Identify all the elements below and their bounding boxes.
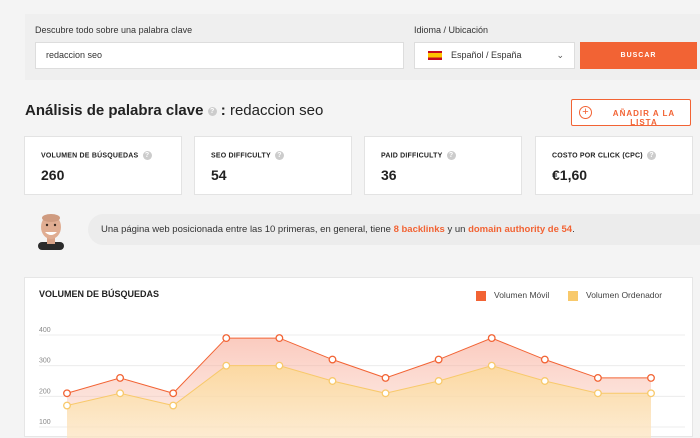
data-point-mobile[interactable] [593, 373, 602, 382]
metric-label: SEO DIFFICULTY ? [211, 151, 285, 160]
location-value: Español / España [451, 50, 522, 60]
data-point-mobile[interactable] [381, 373, 390, 382]
metric-card-cpc: COSTO POR CLICK (CPC) ? €1,60 [535, 136, 693, 195]
data-point-desktop[interactable] [487, 361, 496, 370]
data-point-mobile[interactable] [169, 389, 178, 398]
search-panel: Descubre todo sobre una palabra clave re… [25, 14, 700, 80]
metric-card-seo-difficulty: SEO DIFFICULTY ? 54 [194, 136, 352, 195]
data-point-mobile[interactable] [434, 355, 443, 364]
message-text: Una página web posicionada entre las 10 … [101, 224, 391, 235]
help-icon[interactable]: ? [275, 151, 285, 160]
data-point-desktop[interactable] [593, 389, 602, 398]
help-icon[interactable]: ? [207, 106, 217, 116]
data-point-desktop[interactable] [381, 389, 390, 398]
data-point-mobile[interactable] [647, 373, 655, 382]
keyword-label: Descubre todo sobre una palabra clave [35, 25, 193, 35]
y-tick-label: 300 [39, 358, 51, 365]
data-point-desktop[interactable] [222, 361, 231, 370]
data-point-mobile[interactable] [487, 334, 496, 343]
backlinks-link[interactable]: 8 backlinks [394, 224, 445, 235]
data-point-mobile[interactable] [63, 389, 71, 398]
data-point-desktop[interactable] [63, 401, 71, 410]
y-tick-label: 200 [39, 388, 51, 395]
help-icon[interactable]: ? [647, 151, 657, 160]
y-tick-label: 400 [39, 327, 51, 334]
insight-message: Una página web posicionada entre las 10 … [88, 214, 700, 245]
metric-card-volume: VOLUMEN DE BÚSQUEDAS ? 260 [24, 136, 182, 195]
page-title-text: Análisis de palabra clave [25, 102, 204, 119]
metric-label: VOLUMEN DE BÚSQUEDAS ? [41, 151, 152, 160]
plus-icon: + [579, 106, 592, 119]
search-button[interactable]: BUSCAR [580, 42, 697, 69]
data-point-desktop[interactable] [169, 401, 178, 410]
spain-flag-icon [428, 51, 442, 60]
metric-label: PAID DIFFICULTY ? [381, 151, 456, 160]
search-volume-chart: VOLUMEN DE BÚSQUEDAS Volumen Móvil Volum… [24, 277, 693, 438]
data-point-desktop[interactable] [540, 377, 549, 385]
data-point-mobile[interactable] [222, 334, 231, 343]
metric-value: 54 [211, 167, 227, 183]
message-text: y un [447, 224, 466, 235]
data-point-mobile[interactable] [328, 355, 337, 364]
avatar [38, 214, 64, 250]
data-point-mobile[interactable] [116, 373, 125, 382]
add-to-list-button[interactable]: + AÑADIR A LA LISTA [571, 99, 691, 127]
help-icon[interactable]: ? [446, 151, 456, 160]
metric-card-paid-difficulty: PAID DIFFICULTY ? 36 [364, 136, 522, 195]
keyword-input[interactable]: redaccion seo [35, 42, 404, 69]
location-select[interactable]: Español / España ⌄ [414, 42, 575, 69]
metric-value: 260 [41, 167, 65, 183]
chart-plot: 100 200 300 400 [39, 327, 685, 438]
title-separator: : [220, 102, 226, 119]
data-point-desktop[interactable] [647, 389, 655, 398]
metric-value: €1,60 [552, 167, 588, 183]
data-point-desktop[interactable] [116, 389, 125, 398]
data-point-desktop[interactable] [434, 377, 443, 385]
data-point-desktop[interactable] [328, 377, 337, 385]
help-icon[interactable]: ? [142, 151, 152, 160]
title-keyword: redaccion seo [229, 102, 324, 119]
message-text: . [572, 224, 575, 235]
metric-value: 36 [381, 167, 397, 183]
add-to-list-label: AÑADIR A LA LISTA [612, 109, 676, 127]
data-point-mobile[interactable] [540, 355, 549, 364]
data-point-desktop[interactable] [275, 361, 284, 370]
y-tick-label: 100 [39, 419, 51, 426]
page-title: Análisis de palabra clave ? : redaccion … [25, 102, 323, 119]
chevron-down-icon: ⌄ [556, 50, 564, 60]
location-label: Idioma / Ubicación [414, 25, 489, 35]
metric-label: COSTO POR CLICK (CPC) ? [552, 151, 657, 160]
data-point-mobile[interactable] [275, 334, 284, 343]
domain-authority-link[interactable]: domain authority de 54 [468, 224, 572, 235]
